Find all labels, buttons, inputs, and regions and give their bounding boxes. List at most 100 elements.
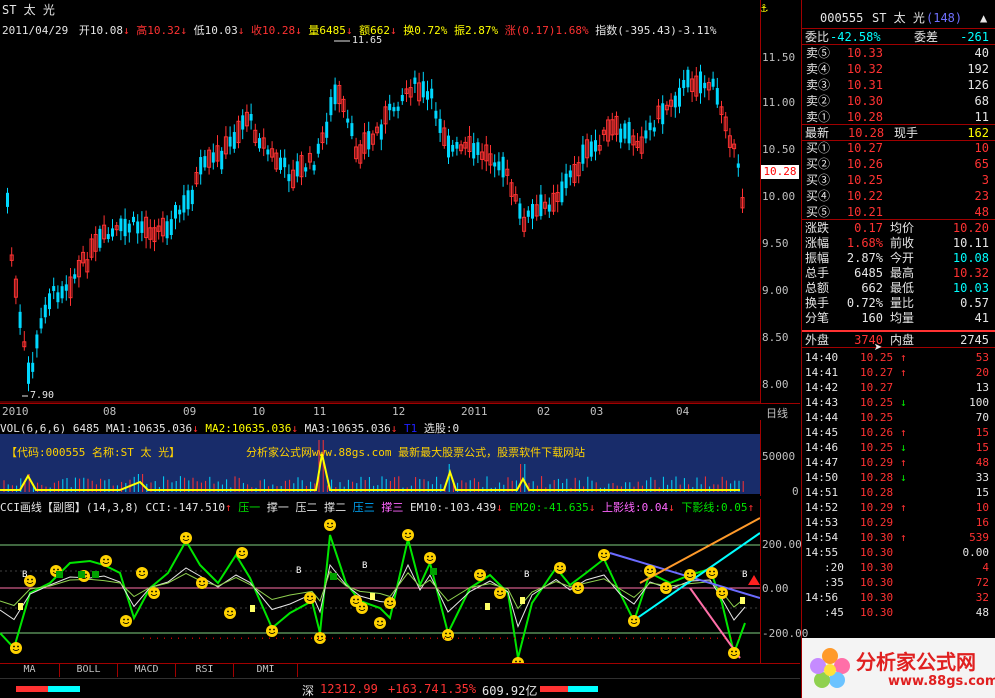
smiley-eye [557, 565, 559, 568]
smiley-eye [273, 628, 275, 631]
tick-arrow-icon: ↑ [900, 501, 907, 514]
smiley-face [384, 597, 396, 609]
smiley-icon [304, 592, 316, 604]
tick-price: 10.29 [860, 456, 894, 469]
tick-time: 14:44 [805, 411, 839, 424]
smiley-face [148, 587, 160, 599]
tab-macd[interactable]: MACD [118, 663, 176, 677]
candle-body [518, 203, 522, 219]
smiley-face [266, 625, 278, 637]
smiley-eye [651, 568, 653, 571]
volume-panel[interactable]: 【代码:000555 名称:ST 太 光】 分析家公式网www.88gs.com… [0, 434, 760, 494]
smiley-eye [231, 610, 233, 613]
smiley-face [684, 569, 696, 581]
warning-triangle-icon [748, 575, 760, 585]
smiley-eye [497, 590, 499, 593]
smiley-icon [10, 642, 22, 654]
watermark-url: www.88gs.com [888, 674, 995, 689]
smiley-face [100, 555, 112, 567]
ask-price: 10.31 [846, 78, 883, 92]
smiley-icon [684, 569, 696, 581]
smiley-eye [713, 570, 715, 573]
smiley-eye [663, 585, 665, 588]
tick-time: 14:51 [805, 486, 839, 499]
tick-price: 10.26 [860, 426, 894, 439]
candle-body [715, 88, 719, 105]
ask-price: 10.30 [846, 94, 883, 108]
tab-ma[interactable]: MA [0, 663, 60, 677]
tick-vol: 70 [975, 411, 989, 424]
tick-price: 10.30 [860, 606, 894, 619]
watermark-name: 分析家公式网 [856, 650, 976, 674]
smiley-eye [331, 522, 333, 525]
signal-square [520, 597, 525, 604]
smiley-face [474, 569, 486, 581]
candle-body [295, 161, 299, 177]
bid-label: 买③ [806, 173, 831, 187]
smiley-eye [357, 598, 359, 601]
tick-list[interactable]: 14:40 10.25 ↑ 53 14:41 10.27 ↑ 20 14:42 10.27 13… [802, 349, 995, 639]
smiley-eye [409, 532, 411, 535]
candle-body [400, 94, 404, 102]
bid-price: 10.25 [846, 173, 883, 187]
stat-value: 1.68% [846, 236, 883, 250]
smiley-eye [183, 535, 185, 538]
scroll-up-icon[interactable]: ▲ [980, 9, 987, 27]
candle-body [182, 195, 186, 213]
cci-label: CCI画线【副图】(14,3,8) [0, 501, 139, 513]
tab-boll[interactable]: BOLL [60, 663, 118, 677]
quote-name: ST 太 光 [872, 11, 925, 25]
tick-vol: 539 [969, 531, 989, 544]
bid-vol: 3 [981, 173, 989, 187]
candle-body [493, 162, 497, 167]
buy-marker: B [362, 561, 367, 571]
candle-body [699, 71, 702, 94]
price-chart-panel[interactable]: ST 太 光 ⚓ 2011/04/29 开10.08↓ 高10.32↓ 低10.… [0, 0, 800, 403]
candle-body [333, 84, 337, 105]
candle-body [619, 128, 623, 143]
smiley-eye [449, 632, 451, 635]
tab-dmi[interactable]: DMI [234, 663, 298, 677]
cci-panel[interactable]: BBBBB [0, 513, 760, 663]
tick-time: 14:55 [805, 546, 839, 559]
bid-price: 10.27 [846, 141, 883, 155]
smiley-icon [384, 597, 396, 609]
candlestick-chart[interactable] [0, 0, 760, 403]
candle-body [203, 156, 207, 168]
candle-body [413, 77, 417, 84]
tick-time: 14:53 [805, 516, 839, 529]
smiley-face [402, 529, 414, 541]
stat-label: 涨幅 [805, 236, 830, 250]
bid-label: 买① [806, 141, 831, 155]
tick-vol: 32 [975, 591, 989, 604]
tick-arrow-icon: ↓ [900, 396, 907, 409]
candle-body [48, 293, 51, 310]
tick-row: 14:44 10.25 70 [802, 410, 995, 425]
stat-label: 均量 [890, 311, 915, 325]
tab-rsi[interactable]: RSI [176, 663, 234, 677]
smiley-eye [269, 628, 271, 631]
smiley-face [236, 547, 248, 559]
candle-body [447, 135, 450, 158]
tick-arrow-icon: ↑ [900, 351, 907, 364]
price-tick: 9.50 [762, 237, 789, 250]
cci-value: CCI:-147.510 [145, 501, 225, 513]
candle-body [388, 103, 392, 111]
status-market: 深 [302, 684, 315, 698]
stat-row: 总额 662 最低 10.03 [802, 281, 995, 296]
candle-body [220, 150, 224, 170]
stat-row: 分笔 160 均量 41 [802, 311, 995, 326]
watermark-logo: 分析家公式网 www.88gs.com [802, 638, 995, 698]
stat-value: 41 [974, 311, 989, 325]
smiley-eye [307, 595, 309, 598]
date-tick: 03 [590, 405, 604, 418]
candle-body [379, 124, 383, 140]
bid-vol: 48 [974, 205, 989, 219]
candle-body [174, 205, 177, 219]
date-tick: 02 [537, 405, 551, 418]
period-label[interactable]: 日线 [766, 405, 788, 421]
smiley-eye [227, 610, 229, 613]
candle-body [350, 123, 354, 137]
smiley-icon [136, 567, 148, 579]
smiley-eye [155, 590, 157, 593]
